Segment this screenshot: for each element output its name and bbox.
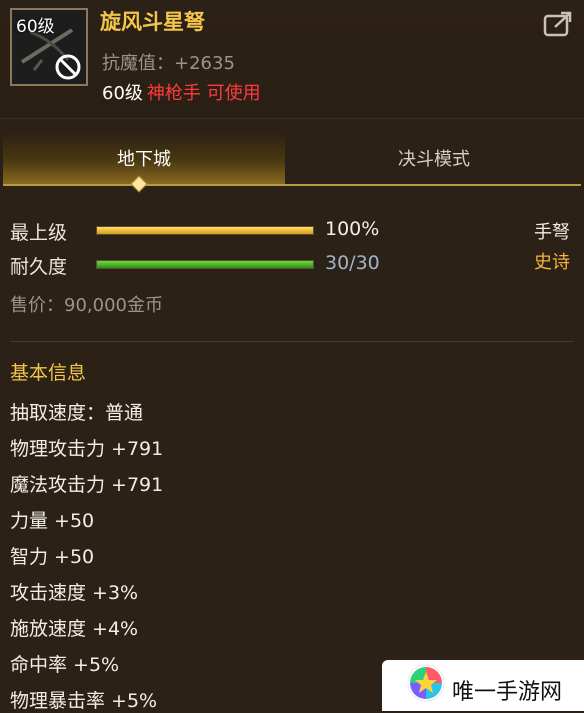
header-divider [0, 118, 584, 119]
attribute-line: 命中率 +5% [10, 654, 120, 676]
requirement-line: 60级 神枪手 可使用 [102, 79, 261, 105]
attribute-line: 智力 +50 [10, 546, 95, 568]
required-class: 神枪手 可使用 [146, 83, 261, 104]
tab-pvp[interactable]: 决斗模式 [287, 132, 581, 184]
sell-price: 售价：90,000金币 [10, 295, 163, 316]
mode-tabs: 地下城 决斗模式 [3, 132, 581, 186]
durability-label: 耐久度 [10, 256, 68, 278]
item-icon-frame: 60级 [10, 8, 88, 86]
attribute-line: 物理暴击率 +5% [10, 690, 158, 712]
upgrade-bar-fill [97, 227, 313, 234]
durability-bar-fill [97, 261, 313, 268]
watermark-text: 唯一手游网 [452, 680, 563, 705]
item-name: 旋风斗星弩 [100, 10, 205, 34]
upgrade-percent: 100% [325, 218, 380, 240]
prohibited-icon [55, 54, 81, 80]
section-divider [10, 341, 574, 342]
upgrade-bar [96, 226, 314, 235]
weapon-type: 手弩 [534, 222, 570, 243]
share-icon[interactable] [543, 10, 573, 38]
rarity-label: 史诗 [534, 252, 570, 273]
required-level: 60级 [102, 83, 143, 104]
durability-bar [96, 260, 314, 269]
watermark-logo-icon [407, 664, 445, 702]
anti-magic-value: 抗魔值：+2635 [102, 53, 235, 74]
durability-value: 30/30 [325, 252, 380, 274]
upgrade-label: 最上级 [10, 222, 68, 244]
attribute-line: 攻击速度 +3% [10, 582, 139, 604]
attribute-line: 抽取速度：普通 [10, 402, 144, 424]
attribute-line: 施放速度 +4% [10, 618, 139, 640]
attribute-line: 力量 +50 [10, 510, 95, 532]
basic-info-title: 基本信息 [10, 362, 87, 384]
attribute-line: 魔法攻击力 +791 [10, 474, 164, 496]
tab-dungeon[interactable]: 地下城 [3, 132, 285, 184]
attribute-line: 物理攻击力 +791 [10, 438, 164, 460]
